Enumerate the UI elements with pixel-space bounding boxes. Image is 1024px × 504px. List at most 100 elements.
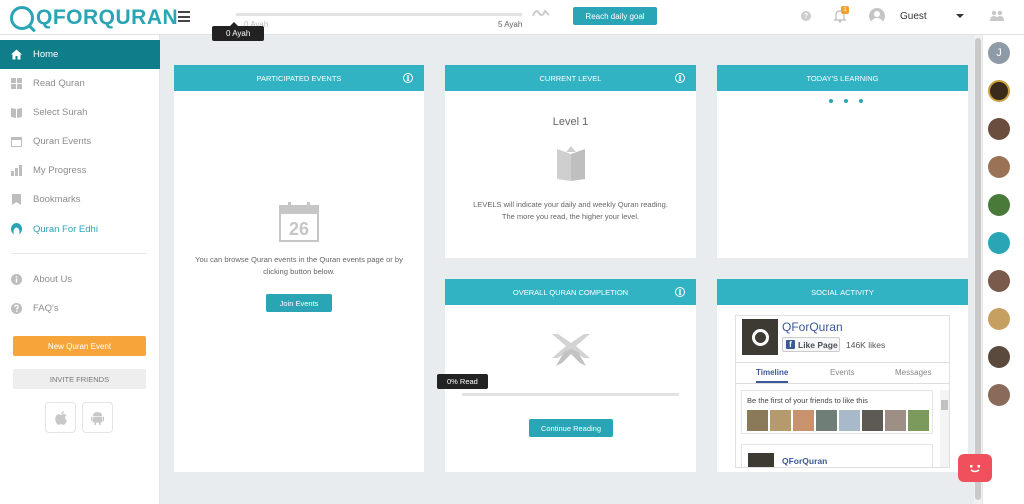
tab-timeline[interactable]: Timeline xyxy=(756,368,789,383)
chevron-down-icon[interactable] xyxy=(956,14,964,18)
friend-avatar[interactable] xyxy=(988,232,1010,254)
friend-avatar[interactable] xyxy=(988,194,1010,216)
reach-daily-goal-button[interactable]: Reach daily goal xyxy=(573,7,657,25)
android-icon[interactable] xyxy=(82,402,113,433)
friend-avatar[interactable] xyxy=(988,346,1010,368)
calendar-day: 26 xyxy=(289,219,309,239)
facebook-post-name[interactable]: QForQuran xyxy=(782,456,827,466)
continue-reading-button[interactable]: Continue Reading xyxy=(529,419,613,437)
card-header: CURRENT LEVEL i xyxy=(445,65,696,91)
friend-thumb[interactable] xyxy=(793,410,814,431)
logo-mark xyxy=(10,6,34,30)
card-title: PARTICIPATED EVENTS xyxy=(256,73,342,83)
top-bar: QFORQURAN 0 Ayah 5 Ayah 0 Ayah Reach dai… xyxy=(0,0,1024,41)
join-events-button[interactable]: Join Events xyxy=(266,294,332,312)
friend-thumb[interactable] xyxy=(839,410,860,431)
facebook-post-logo[interactable] xyxy=(748,453,774,467)
logo-text: QFORQURAN xyxy=(36,6,179,29)
page-scroll-thumb[interactable] xyxy=(975,38,981,500)
card-title: OVERALL QURAN COMPLETION xyxy=(512,287,629,297)
sidebar-item-read-quran[interactable]: Read Quran xyxy=(0,69,160,98)
card-title: TODAY'S LEARNING xyxy=(806,73,879,83)
sidebar-item-label: About Us xyxy=(33,274,73,285)
sidebar-item-home[interactable]: Home xyxy=(0,40,160,69)
friend-avatar[interactable] xyxy=(988,308,1010,330)
calendar-icon: 26 xyxy=(279,202,319,242)
book-icon xyxy=(557,146,585,181)
friend-thumb[interactable] xyxy=(770,410,791,431)
info-icon[interactable]: i xyxy=(675,287,685,297)
card-title: CURRENT LEVEL xyxy=(539,73,602,83)
sidebar-item-quran-events[interactable]: Quran Events xyxy=(0,127,160,156)
info-icon[interactable]: i xyxy=(675,73,685,83)
friend-avatar[interactable] xyxy=(988,80,1010,102)
info-icon[interactable]: i xyxy=(403,73,413,83)
loading-dot xyxy=(829,99,833,103)
friends-rail xyxy=(982,35,1024,504)
sidebar-item-faqs[interactable]: FAQ's xyxy=(0,294,160,323)
facebook-friends-box: Be the first of your friends to like thi… xyxy=(741,390,933,434)
like-page-button[interactable]: f Like Page xyxy=(782,337,840,352)
new-quran-event-button[interactable]: New Quran Event xyxy=(13,336,146,356)
sidebar-item-bookmarks[interactable]: Bookmarks xyxy=(0,185,160,214)
facebook-likes-count: 146K likes xyxy=(846,340,886,350)
card-header: OVERALL QURAN COMPLETION i xyxy=(445,279,696,305)
friend-thumb[interactable] xyxy=(885,410,906,431)
edhi-icon xyxy=(11,222,22,236)
facebook-scroll-thumb[interactable] xyxy=(941,400,948,410)
facebook-page-widget: QForQuran f Like Page 146K likes Timelin… xyxy=(735,315,950,468)
like-page-label: Like Page xyxy=(798,339,838,350)
chat-widget-button[interactable] xyxy=(958,454,992,482)
sidebar: Home Read Quran Select Surah Quran Event… xyxy=(0,35,160,504)
user-name[interactable]: Guest xyxy=(900,11,927,22)
friend-thumb[interactable] xyxy=(747,410,768,431)
goal-max-label: 5 Ayah xyxy=(498,20,523,29)
sidebar-item-select-surah[interactable]: Select Surah xyxy=(0,98,160,127)
facebook-page-name[interactable]: QForQuran xyxy=(782,320,843,334)
sidebar-item-label: Read Quran xyxy=(33,78,85,89)
level-description: LEVELS will indicate your daily and week… xyxy=(473,200,668,221)
user-avatar[interactable] xyxy=(869,8,885,24)
help-icon[interactable]: ? xyxy=(801,11,811,21)
friend-avatar[interactable] xyxy=(988,156,1010,178)
friend-thumb[interactable] xyxy=(908,410,929,431)
sidebar-item-my-progress[interactable]: My Progress xyxy=(0,156,160,185)
friend-thumb[interactable] xyxy=(816,410,837,431)
friend-avatar[interactable] xyxy=(988,384,1010,406)
facebook-post: QForQuran xyxy=(741,444,933,467)
friend-avatar[interactable]: J xyxy=(988,42,1010,64)
sidebar-item-label: Home xyxy=(33,49,59,60)
tab-events[interactable]: Events xyxy=(830,368,854,377)
card-header: PARTICIPATED EVENTS i xyxy=(174,65,424,91)
apple-icon[interactable] xyxy=(45,402,76,433)
friends-like-text: Be the first of your friends to like thi… xyxy=(747,396,868,405)
goal-progress-tooltip: 0 Ayah xyxy=(212,22,265,41)
friend-thumb[interactable] xyxy=(862,410,883,431)
tab-messages[interactable]: Messages xyxy=(895,368,931,377)
loading-dot xyxy=(844,99,848,103)
sidebar-item-label: Bookmarks xyxy=(33,194,81,205)
book-icon xyxy=(11,107,22,118)
bookmark-icon xyxy=(11,194,22,205)
logo[interactable]: QFORQURAN xyxy=(10,5,178,31)
friend-avatar[interactable] xyxy=(988,118,1010,140)
friends-icon[interactable] xyxy=(990,10,1004,22)
invite-friends-button[interactable]: INVITE FRIENDS xyxy=(13,369,146,389)
home-icon xyxy=(11,49,22,60)
overall-completion-card: OVERALL QURAN COMPLETION i 0% Read Conti… xyxy=(437,279,696,472)
todays-learning-card: TODAY'S LEARNING xyxy=(717,65,968,258)
sidebar-item-quran-for-edhi[interactable]: Quran For Edhi xyxy=(0,215,160,244)
sidebar-item-about-us[interactable]: About Us xyxy=(0,265,160,294)
info-icon xyxy=(11,274,22,285)
facebook-tabs: Timeline Events Messages xyxy=(736,362,949,384)
completion-progress-bar xyxy=(462,393,679,396)
level-label: Level 1 xyxy=(552,116,589,128)
menu-toggle-icon[interactable] xyxy=(178,11,190,22)
friend-avatar[interactable] xyxy=(988,270,1010,292)
facebook-page-logo[interactable] xyxy=(742,319,778,355)
current-level-card: CURRENT LEVEL i Level 1 LEVELS will indi… xyxy=(445,65,696,258)
ribbon-icon xyxy=(552,334,590,366)
sidebar-item-label: My Progress xyxy=(33,165,87,176)
sidebar-item-label: Quran Events xyxy=(33,136,92,147)
grid-icon xyxy=(11,78,22,89)
